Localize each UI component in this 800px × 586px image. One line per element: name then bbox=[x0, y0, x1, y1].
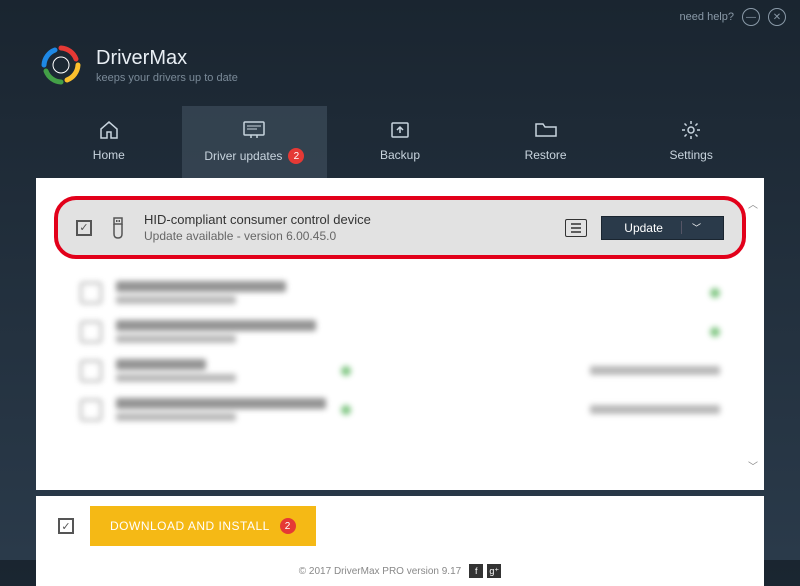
nav-settings[interactable]: Settings bbox=[618, 106, 764, 178]
help-link[interactable]: need help? bbox=[680, 11, 734, 23]
app-subtitle: keeps your drivers up to date bbox=[96, 72, 238, 84]
driver-name: HID-compliant consumer control device bbox=[144, 212, 551, 227]
download-badge: 2 bbox=[280, 518, 296, 534]
update-button[interactable]: Update﹀ bbox=[601, 216, 724, 240]
gear-icon bbox=[680, 120, 702, 140]
backup-icon bbox=[389, 120, 411, 140]
app-title: DriverMax bbox=[96, 47, 238, 70]
footer-text: © 2017 DriverMax PRO version 9.17 bbox=[299, 566, 461, 577]
app-logo bbox=[40, 44, 82, 86]
select-all-checkbox[interactable]: ✓ bbox=[58, 518, 74, 534]
scroll-up-button[interactable]: ︿ bbox=[746, 196, 760, 210]
driver-list-panel: ✓ HID-compliant consumer control device … bbox=[36, 178, 764, 490]
driver-checkbox[interactable]: ✓ bbox=[76, 220, 92, 236]
blurred-driver-list bbox=[36, 273, 764, 429]
nav-driver-updates[interactable]: Driver updates 2 bbox=[182, 106, 328, 178]
driver-row-highlighted: ✓ HID-compliant consumer control device … bbox=[54, 196, 746, 259]
chevron-down-icon[interactable]: ﹀ bbox=[681, 221, 701, 234]
nav-backup[interactable]: Backup bbox=[327, 106, 473, 178]
nav-home-label: Home bbox=[93, 148, 125, 162]
nav-backup-label: Backup bbox=[380, 148, 420, 162]
minimize-button[interactable]: — bbox=[742, 8, 760, 26]
facebook-icon[interactable]: f bbox=[469, 564, 483, 578]
driver-status: Update available - version 6.00.45.0 bbox=[144, 229, 551, 243]
nav-settings-label: Settings bbox=[669, 148, 712, 162]
details-icon[interactable] bbox=[565, 219, 587, 237]
nav-updates-label: Driver updates bbox=[204, 149, 282, 163]
updates-badge: 2 bbox=[288, 148, 304, 164]
usb-icon bbox=[106, 216, 130, 240]
monitor-icon bbox=[243, 120, 265, 140]
nav-home[interactable]: Home bbox=[36, 106, 182, 178]
download-install-button[interactable]: DOWNLOAD AND INSTALL 2 bbox=[90, 506, 316, 546]
close-button[interactable]: ✕ bbox=[768, 8, 786, 26]
google-plus-icon[interactable]: g⁺ bbox=[487, 564, 501, 578]
scroll-down-button[interactable]: ﹀ bbox=[746, 458, 760, 472]
home-icon bbox=[98, 120, 120, 140]
nav-restore[interactable]: Restore bbox=[473, 106, 619, 178]
folder-icon bbox=[535, 120, 557, 140]
nav-restore-label: Restore bbox=[525, 148, 567, 162]
